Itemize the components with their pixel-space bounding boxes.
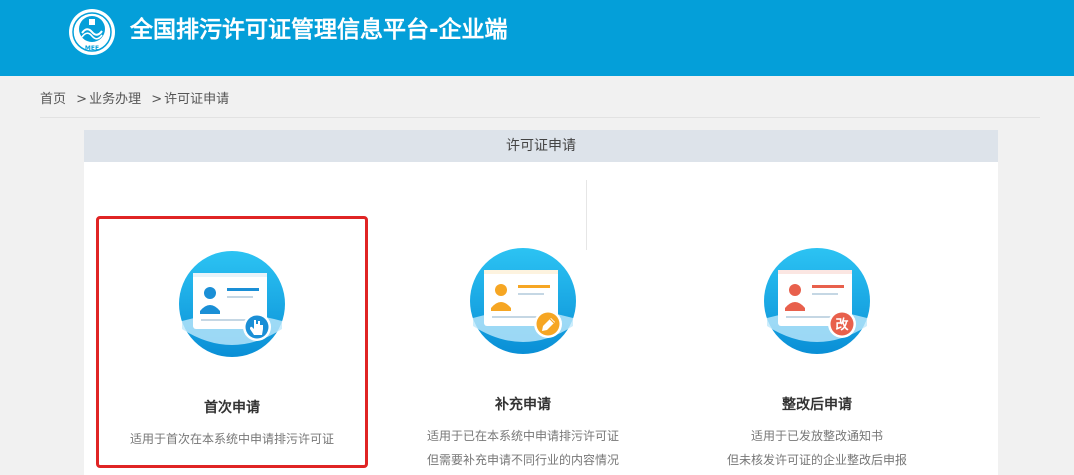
rectify-badge-text: 改 [835,317,849,333]
option-description: 适用于已在本系统中申请排污许可证 但需要补充申请不同行业的内容情况 [387,424,659,472]
option-first-application[interactable]: 首次申请 适用于首次在本系统中申请排污许可证 [96,216,368,468]
breadcrumb-separator: > [151,92,163,107]
option-description-line: 但未核发许可证的企业整改后申报 [726,453,907,467]
option-description-line: 适用于首次在本系统中申请排污许可证 [129,432,334,446]
license-card-hand-icon [179,251,285,357]
mee-logo-icon: MEE [69,9,115,55]
option-title: 整改后申请 [782,397,852,413]
option-title: 首次申请 [204,400,260,416]
breadcrumb-current: 许可证申请 [164,92,230,107]
app-title: 全国排污许可证管理信息平台-企业端 [130,17,508,43]
option-divider [586,180,587,250]
logo-text: MEE [85,45,99,52]
breadcrumb-business[interactable]: 业务办理 [89,92,141,107]
option-supplementary-application[interactable]: 补充申请 适用于已在本系统中申请排污许可证 但需要补充申请不同行业的内容情况 [387,216,659,468]
option-post-rectification-application[interactable]: 改 整改后申请 适用于已发放整改通知书 但未核发许可证的企业整改后申报 [681,216,953,468]
option-description-line: 但需要补充申请不同行业的内容情况 [426,453,619,467]
option-description-line: 适用于已在本系统中申请排污许可证 [426,429,619,443]
option-description: 适用于首次在本系统中申请排污许可证 [99,427,365,451]
option-title: 补充申请 [495,397,551,413]
app-header: MEE 全国排污许可证管理信息平台-企业端 [0,0,1074,76]
option-description-line: 适用于已发放整改通知书 [750,429,883,443]
breadcrumb-home[interactable]: 首页 [40,92,66,107]
license-card-pencil-icon [470,248,576,354]
permit-application-panel: 许可证申请 首次申请 适用于首次在本系统中申请排污许可证 补充申请 适用于已在本… [84,130,998,475]
panel-title: 许可证申请 [84,130,998,162]
breadcrumb: 首页 > 业务办理 > 许可证申请 [40,90,229,110]
license-card-rectify-icon: 改 [764,248,870,354]
option-description: 适用于已发放整改通知书 但未核发许可证的企业整改后申报 [681,424,953,472]
breadcrumb-separator: > [76,92,88,107]
breadcrumb-divider [40,117,1040,118]
